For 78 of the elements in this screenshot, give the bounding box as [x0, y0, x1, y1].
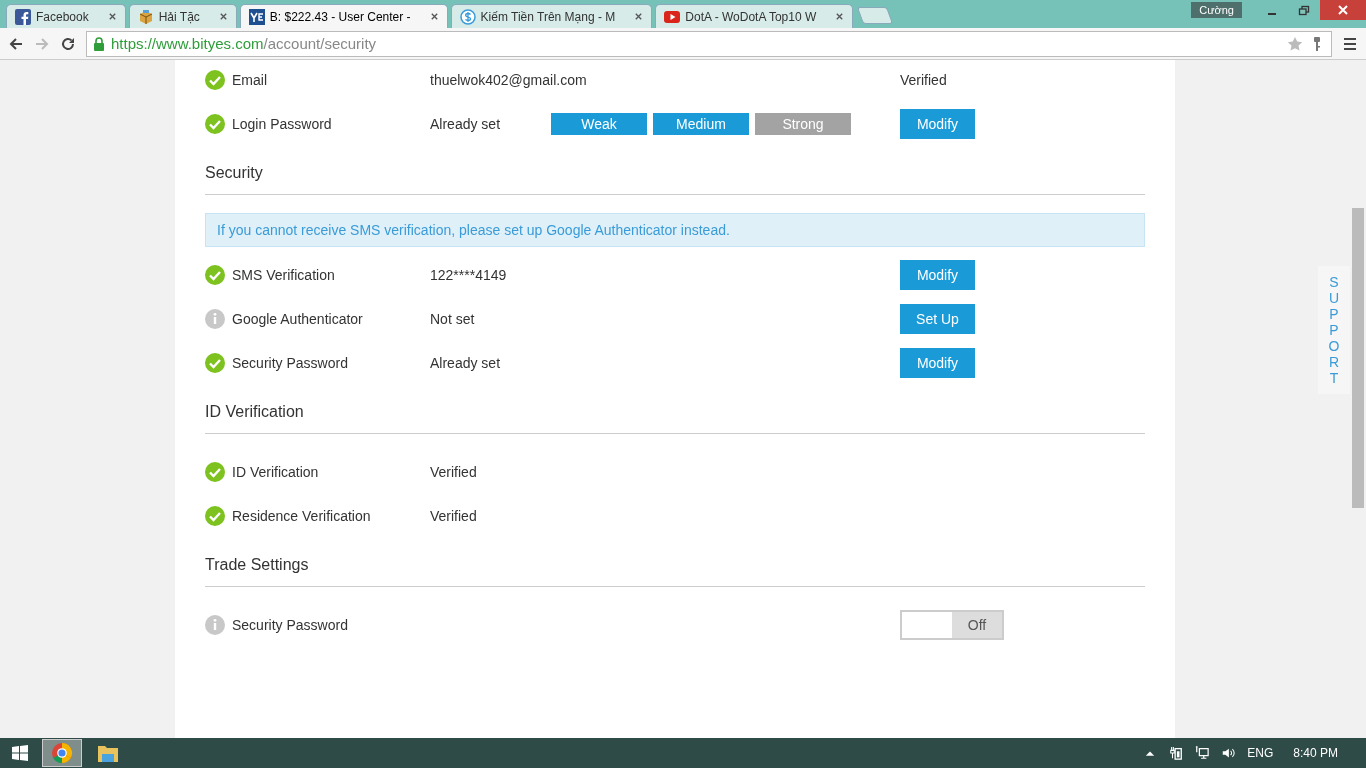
- tab-title: B: $222.43 - User Center -: [269, 9, 411, 24]
- tab-title: Hải Tặc: [158, 9, 200, 24]
- support-tab[interactable]: SUPPORT: [1318, 266, 1350, 394]
- strength-segment: Strong: [755, 113, 851, 135]
- check-icon: [205, 70, 225, 90]
- row-value: Not set: [430, 311, 476, 327]
- tab-title: Kiếm Tiền Trên Mạng - M: [480, 9, 616, 24]
- close-icon: [1337, 4, 1349, 16]
- row-label: ID Verification: [231, 464, 320, 480]
- close-icon[interactable]: [835, 12, 845, 21]
- language-indicator[interactable]: ENG: [1247, 746, 1274, 760]
- row-label: Residence Verification: [231, 508, 372, 524]
- row-label: Security Password: [231, 617, 349, 633]
- logo-icon: [248, 8, 265, 25]
- action-button[interactable]: Set Up: [900, 304, 975, 334]
- section-heading: Security: [205, 164, 1145, 195]
- row-label: Google Authenticator: [231, 311, 364, 327]
- action-button[interactable]: Modify: [900, 348, 975, 378]
- browser-tab[interactable]: DotA - WoDotA Top10 W: [655, 4, 854, 28]
- close-icon[interactable]: [218, 12, 228, 21]
- play-icon: [664, 8, 681, 25]
- action-button[interactable]: Modify: [900, 260, 975, 290]
- browser-tab[interactable]: Facebook: [6, 4, 126, 28]
- browser-tab[interactable]: Kiếm Tiền Trên Mạng - M: [450, 4, 653, 28]
- check-icon: [205, 506, 225, 526]
- row-value: Verified: [430, 508, 478, 524]
- address-bar[interactable]: https://www.bityes.com/account/security: [86, 30, 1332, 57]
- browser-icon: [51, 742, 73, 764]
- check-icon: [205, 462, 225, 482]
- check-icon: [205, 353, 225, 373]
- row-value: Already set: [430, 116, 502, 132]
- close-window-button[interactable]: [1320, 0, 1366, 20]
- menu-icon[interactable]: [1342, 35, 1358, 52]
- browser-tab[interactable]: Hải Tặc: [128, 4, 237, 28]
- strength-segment: Weak: [551, 113, 647, 135]
- browser-taskbar-button[interactable]: [42, 739, 82, 767]
- star-icon[interactable]: [1287, 35, 1303, 52]
- lock-icon: [93, 36, 105, 51]
- row-label: SMS Verification: [231, 267, 336, 283]
- action-button[interactable]: Modify: [900, 109, 975, 139]
- folder-icon: [97, 743, 119, 763]
- section-heading: Trade Settings: [205, 556, 1145, 587]
- windows-start-icon[interactable]: [12, 745, 28, 761]
- url-text: https://www.bityes.com/account/security: [111, 35, 377, 52]
- info-icon: [205, 615, 225, 635]
- row-label: Email: [231, 72, 268, 88]
- check-icon: [205, 114, 225, 134]
- scrollbar-thumb[interactable]: [1352, 208, 1364, 508]
- facebook-icon: [15, 8, 31, 25]
- dollar-icon: [459, 8, 476, 25]
- row-value: thuelwok402@gmail.com: [430, 72, 588, 88]
- toggle-switch[interactable]: Off: [900, 610, 1004, 640]
- row-value: Already set: [430, 355, 502, 371]
- row-value: Verified: [430, 464, 478, 480]
- battery-icon[interactable]: [1169, 746, 1184, 760]
- browser-tab[interactable]: B: $222.43 - User Center -: [239, 4, 448, 28]
- close-icon[interactable]: [107, 12, 117, 21]
- clock[interactable]: 8:40 PM: [1293, 746, 1338, 760]
- tab-title: Facebook: [36, 9, 89, 24]
- status-text: Verified: [900, 72, 947, 88]
- box-icon: [137, 8, 154, 25]
- back-icon[interactable]: [8, 35, 24, 52]
- section-heading: ID Verification: [205, 403, 1145, 434]
- network-icon[interactable]: [1195, 746, 1210, 760]
- restore-icon[interactable]: [1298, 5, 1310, 17]
- tab-title: DotA - WoDotA Top10 W: [685, 9, 817, 24]
- row-label: Login Password: [231, 116, 333, 132]
- reload-icon[interactable]: [60, 35, 76, 52]
- strength-segment: Medium: [653, 113, 749, 135]
- info-icon: [205, 309, 225, 329]
- close-icon[interactable]: [634, 12, 644, 21]
- row-label: Security Password: [231, 355, 349, 371]
- close-icon[interactable]: [429, 12, 439, 21]
- profile-button[interactable]: Cường: [1191, 2, 1242, 18]
- check-icon: [205, 265, 225, 285]
- speaker-icon[interactable]: [1221, 746, 1236, 760]
- notice-banner: If you cannot receive SMS verification, please set up Google Authenticator instead.: [205, 213, 1145, 247]
- row-value: 122****4149: [430, 267, 508, 283]
